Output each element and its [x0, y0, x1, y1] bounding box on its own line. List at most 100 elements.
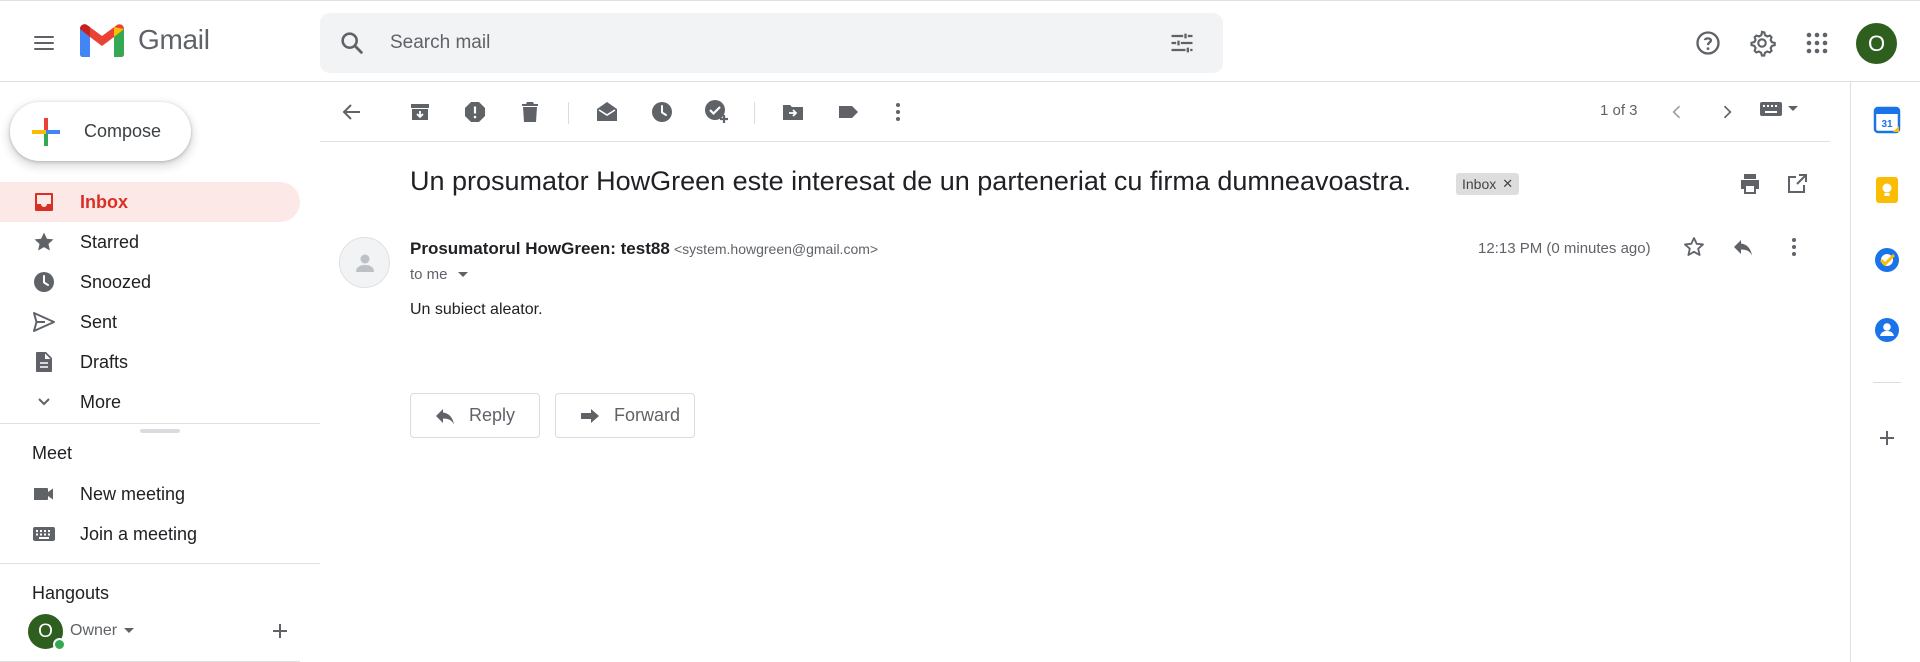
back-button[interactable]: [334, 94, 370, 130]
compose-label: Compose: [84, 121, 162, 141]
report-icon: [465, 102, 485, 122]
keep-icon: [1876, 177, 1898, 203]
report-spam-button[interactable]: [457, 94, 493, 130]
move-to-button[interactable]: [775, 94, 811, 130]
settings-button[interactable]: [1740, 21, 1784, 65]
star-icon: [34, 232, 54, 251]
sidebar-item-starred[interactable]: Starred: [0, 222, 300, 262]
sidebar-item-snoozed[interactable]: Snoozed: [0, 262, 300, 302]
hangouts-section-title: Hangouts: [32, 583, 110, 603]
sidebar-item-label: Sent: [80, 311, 118, 332]
gmail-m-icon: [80, 24, 124, 57]
label-icon: [839, 106, 858, 118]
top-bar: Gmail O: [0, 0, 1920, 82]
mark-unread-button[interactable]: [589, 94, 625, 130]
more-vert-icon: [896, 103, 900, 121]
delete-button[interactable]: [512, 94, 548, 130]
open-in-new-window-button[interactable]: [1785, 172, 1809, 196]
newer-button[interactable]: [1659, 94, 1695, 130]
inbox-icon: [35, 193, 53, 211]
toolbar-divider: [568, 102, 569, 124]
chevron-left-icon: [1672, 105, 1681, 119]
account-avatar[interactable]: O: [1856, 23, 1897, 64]
star-outline-icon: [1684, 237, 1704, 256]
tasks-app-button[interactable]: [1873, 246, 1901, 274]
recipient-details[interactable]: to me: [410, 266, 468, 283]
more-vert-icon: [1792, 238, 1796, 256]
add-to-tasks-button[interactable]: [699, 94, 735, 130]
person-icon: [355, 254, 374, 272]
sidebar-item-drafts[interactable]: Drafts: [0, 342, 300, 382]
google-apps-button[interactable]: [1795, 21, 1839, 65]
plus-icon[interactable]: [270, 621, 290, 641]
get-addons-button[interactable]: [1873, 424, 1901, 452]
open-in-new-icon: [1788, 174, 1807, 193]
add-task-icon: [705, 100, 728, 123]
star-button[interactable]: [1682, 235, 1706, 259]
message-toolbar: 1 of 3: [320, 82, 1830, 142]
mark-unread-icon: [597, 102, 617, 121]
archive-icon: [411, 104, 429, 120]
hangouts-user-name: Owner: [70, 622, 118, 639]
clock-icon: [652, 102, 672, 122]
reply-button-label: Reply: [469, 405, 516, 425]
remove-label-icon[interactable]: ✕: [1502, 176, 1513, 192]
reply-icon: [1734, 240, 1752, 256]
send-icon: [33, 312, 55, 332]
contacts-app-button[interactable]: [1873, 316, 1901, 344]
input-tools-button[interactable]: [1760, 102, 1798, 116]
email-more-button[interactable]: [1782, 235, 1806, 259]
more-actions-button[interactable]: [880, 94, 916, 130]
keyboard-icon: [33, 527, 55, 541]
search-input[interactable]: [390, 13, 1090, 73]
main-menu-button[interactable]: [22, 21, 66, 65]
clock-icon: [34, 272, 54, 292]
tasks-icon: [1875, 248, 1899, 272]
label-chip-inbox[interactable]: Inbox ✕: [1456, 173, 1520, 195]
reply-icon: [436, 408, 454, 424]
sidebar-item-sent[interactable]: Sent: [0, 302, 300, 342]
meet-section-title: Meet: [32, 443, 73, 463]
forward-button[interactable]: Forward: [555, 393, 695, 438]
meet-new-meeting-label: New meeting: [80, 483, 186, 504]
search-icon[interactable]: [338, 29, 366, 57]
svg-text:31: 31: [1881, 119, 1893, 130]
sidebar-resize-handle[interactable]: [140, 429, 180, 433]
sender-avatar[interactable]: [339, 237, 390, 288]
meet-join-meeting[interactable]: Join a meeting: [0, 514, 300, 554]
sender-name[interactable]: Prosumatorul HowGreen: test88: [410, 239, 670, 259]
labels-button[interactable]: [830, 94, 866, 130]
sidebar-item-more[interactable]: More: [0, 382, 300, 422]
calendar-icon: 31: [1873, 106, 1901, 134]
archive-button[interactable]: [402, 94, 438, 130]
sidebar-item-inbox[interactable]: Inbox: [0, 182, 300, 222]
gmail-logo[interactable]: Gmail: [80, 23, 210, 57]
meet-join-meeting-label: Join a meeting: [80, 523, 198, 544]
forward-icon: [581, 408, 599, 423]
reply-icon-button[interactable]: [1731, 235, 1755, 259]
plus-icon: [32, 117, 60, 146]
search-options-icon[interactable]: [1168, 29, 1196, 57]
compose-button[interactable]: Compose: [10, 102, 191, 161]
draft-icon: [36, 352, 52, 372]
hamburger-icon: [34, 36, 54, 50]
support-button[interactable]: [1686, 21, 1730, 65]
caret-down-icon: [124, 628, 134, 633]
sidebar-divider: [0, 423, 320, 424]
older-button[interactable]: [1709, 94, 1745, 130]
caret-down-icon: [1788, 106, 1798, 111]
sender-email: <system.howgreen@gmail.com>: [674, 241, 879, 257]
print-all-button[interactable]: [1738, 172, 1762, 196]
move-to-folder-icon: [783, 105, 803, 120]
reply-button[interactable]: Reply: [410, 393, 540, 438]
calendar-app-button[interactable]: 31: [1873, 106, 1901, 134]
keep-app-button[interactable]: [1873, 176, 1901, 204]
sidebar-item-label: Snoozed: [80, 271, 152, 292]
video-camera-icon: [34, 488, 53, 500]
search-bar[interactable]: [320, 13, 1223, 73]
snooze-button[interactable]: [644, 94, 680, 130]
meet-new-meeting[interactable]: New meeting: [0, 474, 300, 514]
keyboard-icon: [1760, 102, 1782, 116]
sidebar-item-label: More: [80, 391, 122, 412]
online-status-dot: [53, 638, 66, 651]
